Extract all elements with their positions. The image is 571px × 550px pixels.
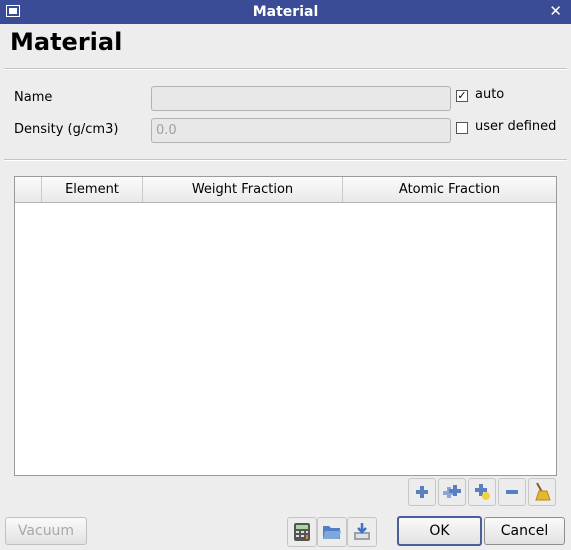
clear-broom-icon	[535, 482, 551, 501]
auto-label: auto	[475, 87, 505, 102]
column-header-element[interactable]: Element	[41, 177, 142, 202]
cancel-button[interactable]: Cancel	[484, 517, 565, 545]
user-defined-checkbox[interactable]	[456, 122, 468, 134]
auto-checkbox[interactable]: ✓	[456, 90, 468, 102]
title-bar: Material ✕	[0, 0, 571, 24]
remove-icon	[506, 490, 518, 494]
density-label: Density (g/cm3)	[14, 122, 119, 137]
page-title: Material	[10, 28, 123, 56]
user-defined-label: user defined	[475, 119, 557, 134]
add-row-button[interactable]	[408, 478, 436, 506]
add-special-button[interactable]	[468, 478, 496, 506]
open-button[interactable]	[317, 517, 347, 547]
clear-button[interactable]	[528, 478, 556, 506]
column-header-weight-fraction[interactable]: Weight Fraction	[142, 177, 342, 202]
add-multiple-icon	[443, 485, 461, 498]
name-field[interactable]	[151, 86, 451, 111]
save-button[interactable]	[347, 517, 377, 547]
composition-table[interactable]: Element Weight Fraction Atomic Fraction	[14, 176, 557, 476]
vacuum-button[interactable]: Vacuum	[5, 517, 87, 545]
add-multiple-button[interactable]	[438, 478, 466, 506]
density-field[interactable]	[151, 118, 451, 143]
column-header-index[interactable]	[15, 177, 41, 202]
ok-button[interactable]: OK	[397, 516, 482, 546]
calculator-button[interactable]	[287, 517, 317, 547]
add-icon	[416, 486, 428, 498]
remove-row-button[interactable]	[498, 478, 526, 506]
window-title: Material	[252, 4, 319, 20]
table-header: Element Weight Fraction Atomic Fraction	[15, 177, 556, 203]
divider	[4, 68, 567, 70]
calculator-icon	[294, 523, 310, 541]
column-header-atomic-fraction[interactable]: Atomic Fraction	[342, 177, 556, 202]
add-special-icon	[475, 484, 490, 500]
close-icon[interactable]: ✕	[549, 2, 562, 20]
save-icon	[354, 523, 370, 540]
open-folder-icon	[323, 526, 341, 539]
divider	[4, 159, 567, 161]
name-label: Name	[14, 90, 53, 105]
window-menu-icon[interactable]	[6, 5, 20, 17]
